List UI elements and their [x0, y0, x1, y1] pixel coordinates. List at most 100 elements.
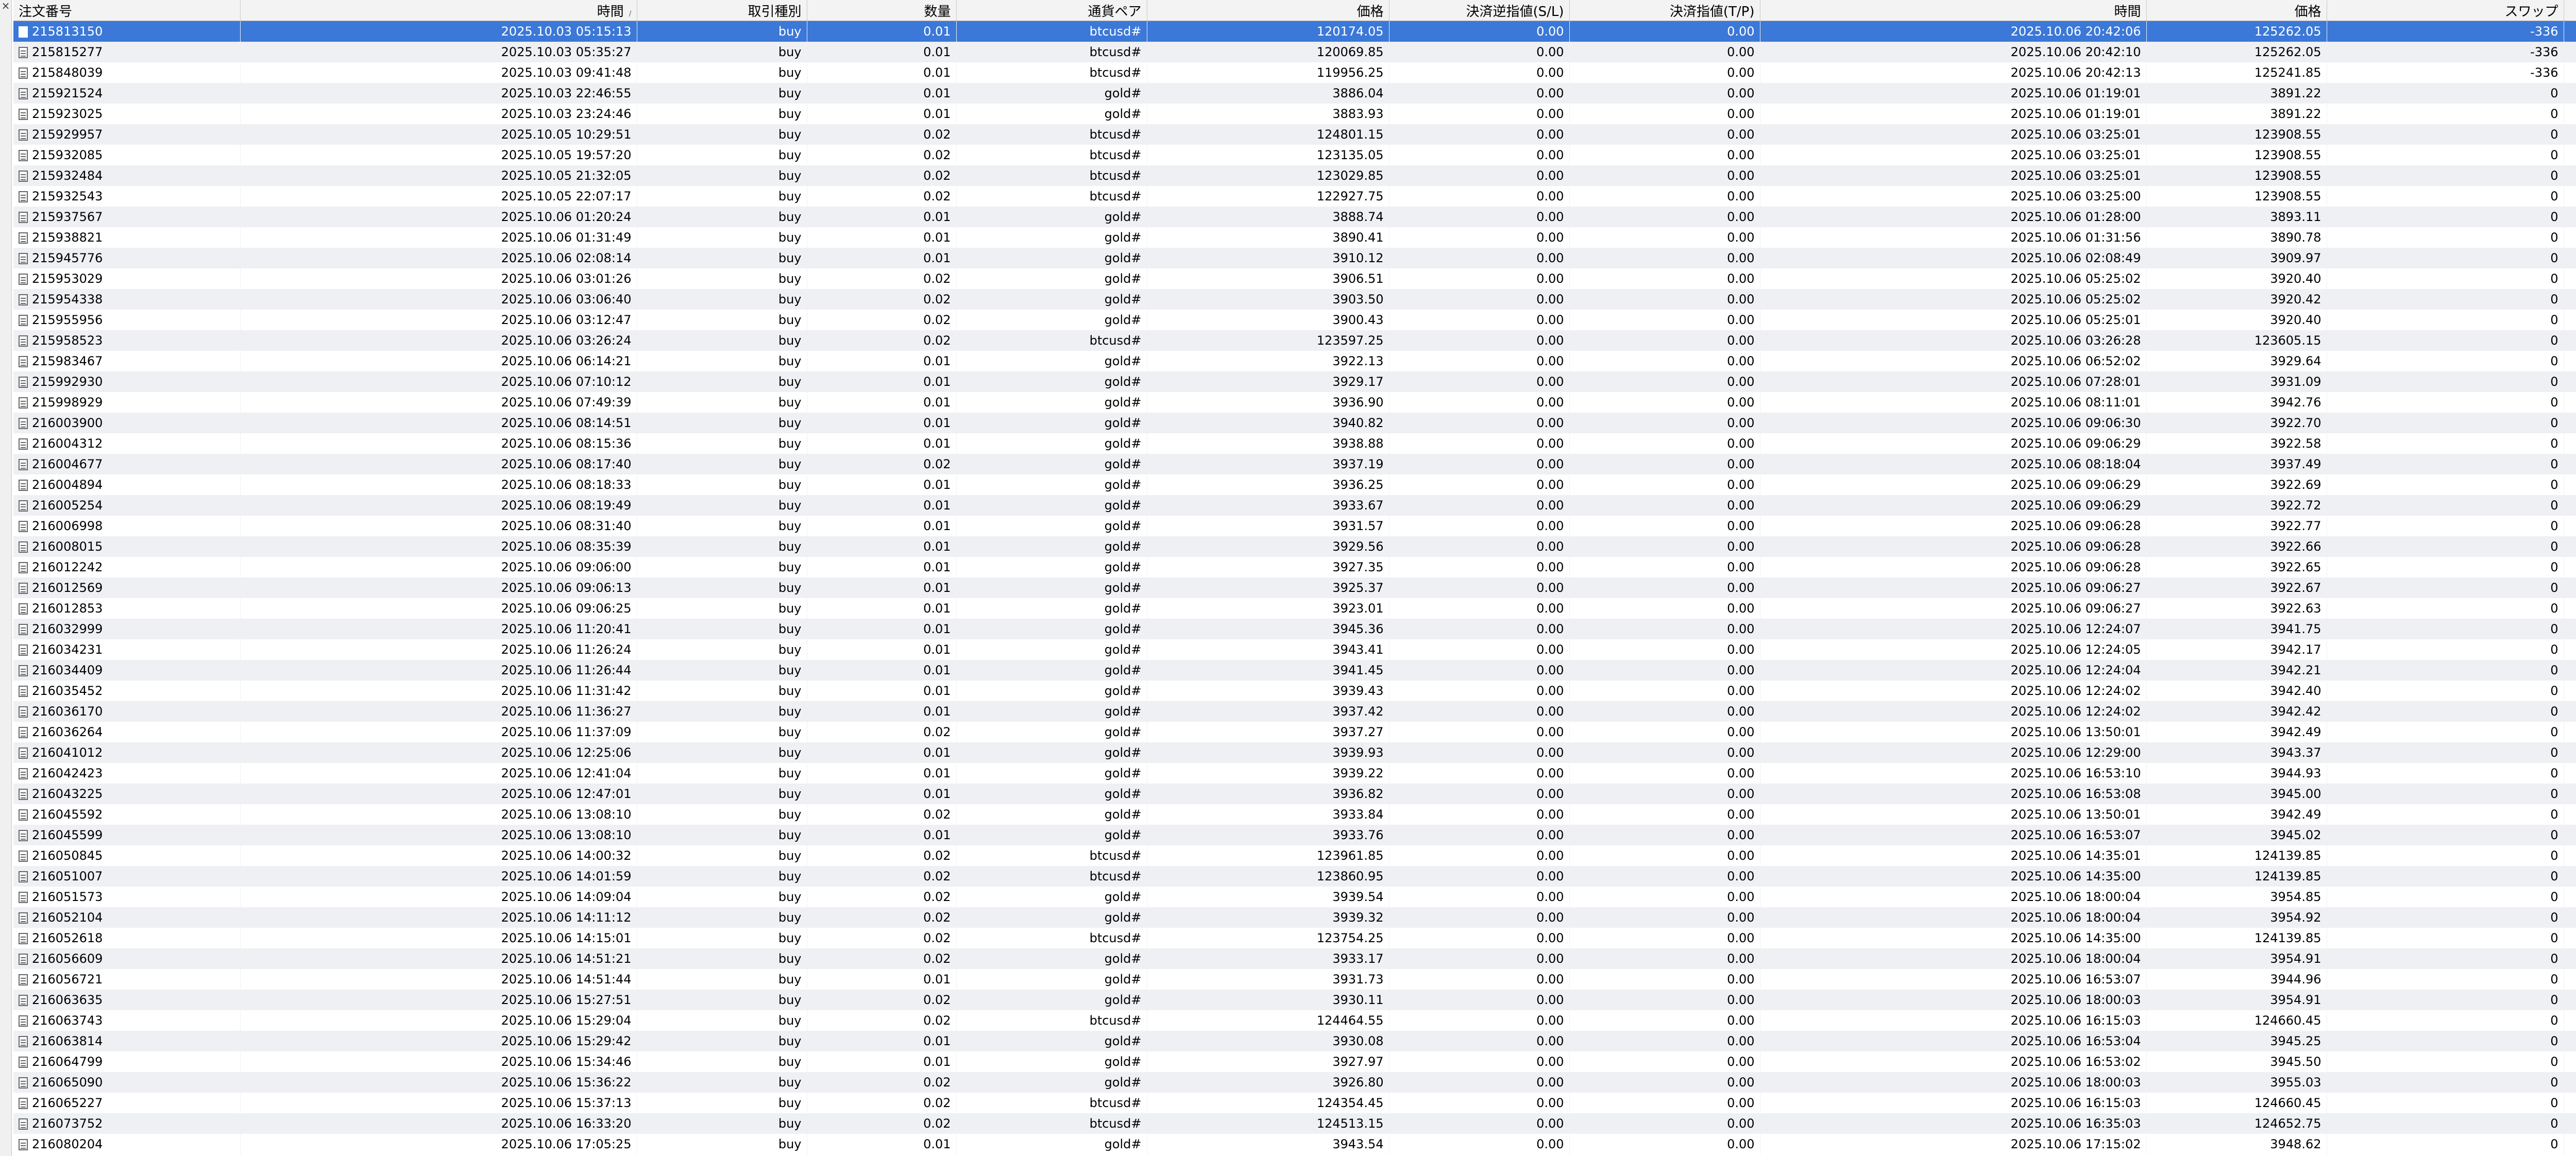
- table-row[interactable]: 216036170 2025.10.06 11:36:27 buy 0.01 gold#…: [13, 701, 2576, 722]
- table-row[interactable]: 216036264 2025.10.06 11:37:09 buy 0.02 gold#…: [13, 722, 2576, 742]
- table-row[interactable]: 215932543 2025.10.05 22:07:17 buy 0.02 btcus…: [13, 186, 2576, 207]
- cell-close-price: 123908.55: [2146, 186, 2327, 207]
- cell-volume: 0.02: [807, 165, 957, 186]
- table-row[interactable]: 216008015 2025.10.06 08:35:39 buy 0.01 gold#…: [13, 536, 2576, 557]
- table-row[interactable]: 215813150 2025.10.03 05:15:13 buy 0.01 btcus…: [13, 21, 2576, 42]
- table-row[interactable]: 216006998 2025.10.06 08:31:40 buy 0.01 gold#…: [13, 516, 2576, 536]
- cell-close-time: 2025.10.06 18:00:03: [1760, 1072, 2147, 1093]
- table-row[interactable]: 216056609 2025.10.06 14:51:21 buy 0.02 gold#…: [13, 948, 2576, 969]
- cell-open-time: 2025.10.06 08:31:40: [240, 516, 637, 536]
- table-row[interactable]: 215815277 2025.10.03 05:35:27 buy 0.01 btcus…: [13, 42, 2576, 62]
- column-header-order-number[interactable]: 注文番号: [13, 0, 241, 21]
- table-row[interactable]: 215938821 2025.10.06 01:31:49 buy 0.01 gold#…: [13, 227, 2576, 248]
- cell-stop-loss: 0.00: [1389, 371, 1570, 392]
- cell-open-price: 3940.82: [1147, 413, 1389, 433]
- table-row[interactable]: 215848039 2025.10.03 09:41:48 buy 0.01 btcus…: [13, 62, 2576, 83]
- table-row[interactable]: 216042423 2025.10.06 12:41:04 buy 0.01 gold#…: [13, 763, 2576, 784]
- table-row[interactable]: 216005254 2025.10.06 08:19:49 buy 0.01 gold#…: [13, 495, 2576, 516]
- table-row[interactable]: 216051573 2025.10.06 14:09:04 buy 0.02 gold#…: [13, 887, 2576, 907]
- table-row[interactable]: 216012569 2025.10.06 09:06:13 buy 0.01 gold#…: [13, 577, 2576, 598]
- cell-value: 216042423: [32, 766, 103, 780]
- cell-value: 0.01: [923, 519, 951, 533]
- table-row[interactable]: 216065090 2025.10.06 15:36:22 buy 0.02 gold#…: [13, 1072, 2576, 1093]
- table-row[interactable]: 216004312 2025.10.06 08:15:36 buy 0.01 gold#…: [13, 433, 2576, 454]
- table-row[interactable]: 215955956 2025.10.06 03:12:47 buy 0.02 gold#…: [13, 310, 2576, 330]
- cell-swap: 0: [2327, 227, 2564, 248]
- cell-value: 3939.54: [1332, 890, 1384, 904]
- cell-value: 2025.10.06 14:15:01: [501, 931, 632, 945]
- table-row[interactable]: 216035452 2025.10.06 11:31:42 buy 0.01 gold#…: [13, 681, 2576, 701]
- table-row[interactable]: 216080204 2025.10.06 17:05:25 buy 0.01 gold#…: [13, 1134, 2576, 1154]
- table-row[interactable]: 216063743 2025.10.06 15:29:04 buy 0.02 btcus…: [13, 1010, 2576, 1031]
- table-row[interactable]: 215921524 2025.10.03 22:46:55 buy 0.01 gold#…: [13, 83, 2576, 104]
- cell-swap: 0: [2327, 186, 2564, 207]
- cell-value: 0: [2550, 189, 2558, 203]
- cell-close-price: 3922.69: [2146, 474, 2327, 495]
- cell-value: 0.00: [1727, 684, 1755, 698]
- table-row[interactable]: 216041012 2025.10.06 12:25:06 buy 0.01 gold#…: [13, 742, 2576, 763]
- column-header-symbol[interactable]: 通貨ペア: [956, 0, 1147, 21]
- table-row[interactable]: 216052618 2025.10.06 14:15:01 buy 0.02 btcus…: [13, 928, 2576, 948]
- cell-volume: 0.02: [807, 1113, 957, 1134]
- table-row[interactable]: 216034231 2025.10.06 11:26:24 buy 0.01 gold#…: [13, 639, 2576, 660]
- table-row[interactable]: 216034409 2025.10.06 11:26:44 buy 0.01 gold#…: [13, 660, 2576, 681]
- table-row[interactable]: 215998929 2025.10.06 07:49:39 buy 0.01 gold#…: [13, 392, 2576, 413]
- table-row[interactable]: 216045599 2025.10.06 13:08:10 buy 0.01 gold#…: [13, 825, 2576, 845]
- table-row[interactable]: 216050845 2025.10.06 14:00:32 buy 0.02 btcus…: [13, 845, 2576, 866]
- table-row[interactable]: 216056721 2025.10.06 14:51:44 buy 0.01 gold#…: [13, 969, 2576, 990]
- cell-volume: 0.01: [807, 474, 957, 495]
- column-header-open-time[interactable]: 時間 /: [240, 0, 637, 21]
- cell-volume: 0.02: [807, 1010, 957, 1031]
- table-row[interactable]: 216052104 2025.10.06 14:11:12 buy 0.02 gold#…: [13, 907, 2576, 928]
- table-row[interactable]: 215937567 2025.10.06 01:20:24 buy 0.01 gold#…: [13, 207, 2576, 227]
- column-header-trade-type[interactable]: 取引種別: [637, 0, 807, 21]
- column-header-open-price[interactable]: 価格: [1147, 0, 1389, 21]
- cell-open-time: 2025.10.06 02:08:14: [240, 248, 637, 268]
- table-row[interactable]: 216064799 2025.10.06 15:34:46 buy 0.01 gold#…: [13, 1051, 2576, 1072]
- table-row[interactable]: 215992930 2025.10.06 07:10:12 buy 0.01 gold#…: [13, 371, 2576, 392]
- table-row[interactable]: 216004677 2025.10.06 08:17:40 buy 0.02 gold#…: [13, 454, 2576, 474]
- cell-symbol: gold#: [956, 825, 1147, 845]
- table-row[interactable]: 216012853 2025.10.06 09:06:25 buy 0.01 gold#…: [13, 598, 2576, 619]
- table-row[interactable]: 215953029 2025.10.06 03:01:26 buy 0.02 gold#…: [13, 268, 2576, 289]
- cell-profit: -706: [2564, 557, 2576, 577]
- column-header-close-price[interactable]: 価格: [2146, 0, 2327, 21]
- table-row[interactable]: 216043225 2025.10.06 12:47:01 buy 0.01 gold#…: [13, 784, 2576, 804]
- column-header-stop-loss[interactable]: 決済逆指値(S/L): [1389, 0, 1570, 21]
- cell-stop-loss: 0.00: [1389, 845, 1570, 866]
- cell-open-time: 2025.10.06 08:14:51: [240, 413, 637, 433]
- table-row[interactable]: 216012242 2025.10.06 09:06:00 buy 0.01 gold#…: [13, 557, 2576, 577]
- table-row[interactable]: 215983467 2025.10.06 06:14:21 buy 0.01 gold#…: [13, 351, 2576, 371]
- table-row[interactable]: 216004894 2025.10.06 08:18:33 buy 0.01 gold#…: [13, 474, 2576, 495]
- cell-value: 3942.49: [2270, 725, 2321, 739]
- table-row[interactable]: 215945776 2025.10.06 02:08:14 buy 0.01 gold#…: [13, 248, 2576, 268]
- toolbox-tab[interactable]: [0, 1125, 11, 1156]
- column-header-volume[interactable]: 数量: [807, 0, 957, 21]
- table-row[interactable]: 215932085 2025.10.05 19:57:20 buy 0.02 btcus…: [13, 145, 2576, 165]
- table-row[interactable]: 215958523 2025.10.06 03:26:24 buy 0.02 btcus…: [13, 330, 2576, 351]
- table-row[interactable]: 216003900 2025.10.06 08:14:51 buy 0.01 gold#…: [13, 413, 2576, 433]
- column-header-close-time[interactable]: 時間: [1760, 0, 2147, 21]
- cell-trade-type: buy: [637, 722, 807, 742]
- cell-trade-type: buy: [637, 371, 807, 392]
- cell-stop-loss: 0.00: [1389, 1031, 1570, 1051]
- close-icon[interactable]: ×: [1, 0, 10, 11]
- table-row[interactable]: 216063814 2025.10.06 15:29:42 buy 0.01 gold#…: [13, 1031, 2576, 1051]
- column-header-take-profit[interactable]: 決済指値(T/P): [1569, 0, 1760, 21]
- table-row[interactable]: 216032999 2025.10.06 11:20:41 buy 0.01 gold#…: [13, 619, 2576, 639]
- table-row[interactable]: 215932484 2025.10.05 21:32:05 buy 0.02 btcus…: [13, 165, 2576, 186]
- table-row[interactable]: 216073752 2025.10.06 16:33:20 buy 0.02 btcus…: [13, 1113, 2576, 1134]
- column-header-swap[interactable]: スワップ: [2327, 0, 2564, 21]
- cell-value: gold#: [1104, 910, 1142, 925]
- table-row[interactable]: 216051007 2025.10.06 14:01:59 buy 0.02 btcus…: [13, 866, 2576, 887]
- cell-volume: 0.02: [807, 454, 957, 474]
- table-row[interactable]: 215923025 2025.10.03 23:24:46 buy 0.01 gold#…: [13, 104, 2576, 124]
- cell-profit: 517: [2564, 742, 2576, 763]
- table-row[interactable]: 215929957 2025.10.05 10:29:51 buy 0.02 btcus…: [13, 124, 2576, 145]
- table-row[interactable]: 216063635 2025.10.06 15:27:51 buy 0.02 gold#…: [13, 990, 2576, 1010]
- table-row[interactable]: 216045592 2025.10.06 13:08:10 buy 0.02 gold#…: [13, 804, 2576, 825]
- column-header-profit[interactable]: 損益: [2564, 0, 2576, 21]
- cell-open-price: 3938.88: [1147, 433, 1389, 454]
- table-row[interactable]: 215954338 2025.10.06 03:06:40 buy 0.02 gold#…: [13, 289, 2576, 310]
- table-row[interactable]: 216065227 2025.10.06 15:37:13 buy 0.02 btcus…: [13, 1093, 2576, 1113]
